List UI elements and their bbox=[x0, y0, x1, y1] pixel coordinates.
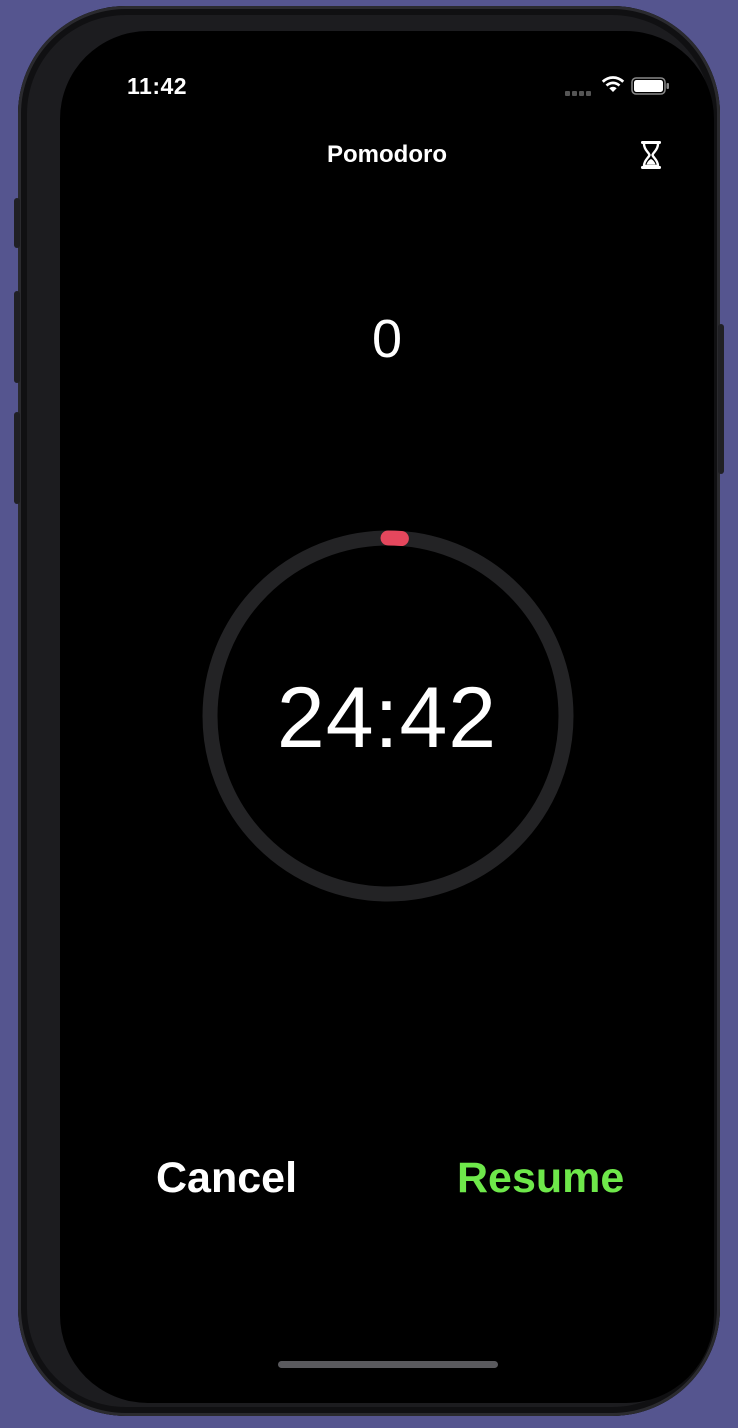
hourglass-icon[interactable] bbox=[639, 139, 663, 171]
volume-down-button bbox=[14, 412, 20, 504]
cancel-button[interactable]: Cancel bbox=[156, 1154, 297, 1203]
volume-up-button bbox=[14, 291, 20, 383]
timer-remaining: 24:42 bbox=[276, 670, 498, 766]
status-bar-time: 11:42 bbox=[127, 73, 188, 99]
resume-button[interactable]: Resume bbox=[457, 1154, 624, 1203]
battery-icon bbox=[631, 77, 669, 95]
home-indicator[interactable] bbox=[278, 1361, 498, 1368]
page-title: Pomodoro bbox=[327, 141, 447, 168]
app-screen: 11:42 Pomodoro 0 24:42 Cancel Resume bbox=[60, 31, 714, 1403]
mute-switch bbox=[14, 198, 20, 248]
cellular-signal-icon bbox=[565, 91, 595, 97]
power-button bbox=[718, 324, 724, 474]
phone-frame: 11:42 Pomodoro 0 24:42 Cancel Resume bbox=[14, 6, 724, 1416]
wifi-icon bbox=[601, 76, 625, 92]
completed-sessions-count: 0 bbox=[371, 309, 403, 369]
